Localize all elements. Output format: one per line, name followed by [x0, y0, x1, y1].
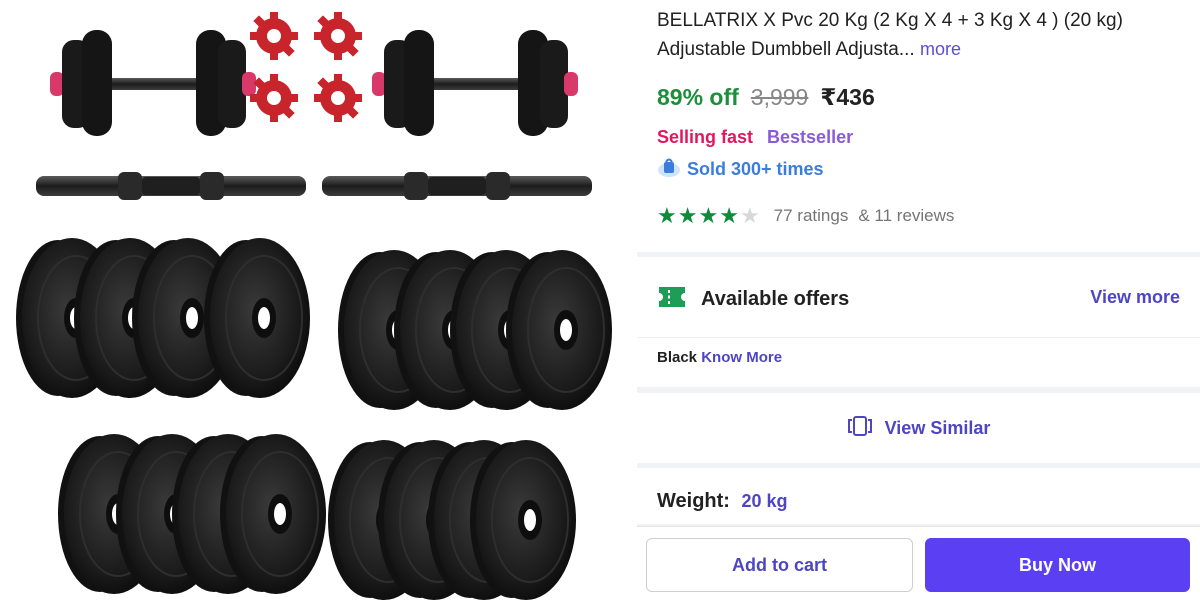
reviews-count: & 11 reviews	[858, 206, 955, 225]
sold-count-row: Sold 300+ times	[657, 156, 1180, 183]
weight-value[interactable]: 20 kg	[742, 491, 788, 511]
similar-cards-icon	[847, 415, 873, 441]
selling-fast-badge: Selling fast	[657, 127, 754, 147]
title-more-link[interactable]: more	[920, 39, 961, 59]
weight-spec-row: Weight: 20 kg	[637, 468, 1200, 524]
cloud-bag-icon	[657, 156, 681, 183]
product-info-card: BELLATRIX X Pvc 20 Kg (2 Kg X 4 + 3 Kg X…	[637, 0, 1200, 252]
offers-divider	[637, 337, 1200, 338]
view-more-offers-link[interactable]: View more	[1090, 287, 1180, 308]
star-icon: ★	[677, 203, 698, 228]
product-image[interactable]	[0, 0, 636, 603]
star-icon: ★	[657, 203, 677, 228]
know-more-link[interactable]: Know More	[701, 349, 782, 366]
weight-label: Weight:	[657, 490, 730, 512]
view-similar-label: View Similar	[884, 417, 991, 438]
product-details-panel: BELLATRIX X Pvc 20 Kg (2 Kg X 4 + 3 Kg X…	[637, 0, 1200, 603]
offer-line: Black Know More	[657, 349, 782, 366]
ticket-icon	[657, 285, 687, 314]
product-title-text: BELLATRIX X Pvc 20 Kg (2 Kg X 4 + 3 Kg X…	[657, 10, 1123, 60]
sold-count-text: Sold 300+ times	[687, 159, 824, 179]
offers-header: Available offers	[657, 285, 849, 314]
view-similar-button[interactable]: View Similar	[637, 393, 1200, 463]
discount-percent: 89% off	[657, 84, 739, 110]
mrp-price: 3,999	[750, 84, 809, 110]
offers-title: Available offers	[701, 288, 850, 310]
price-row: 89% off 3,999 ₹436	[657, 84, 1180, 111]
offer-color-text: Black	[657, 349, 698, 366]
rating-row[interactable]: ★ ★ ★ ★ ★ 77 ratings & 11 reviews	[657, 205, 1180, 227]
star-icon: ★	[719, 203, 739, 228]
purchase-action-bar: Add to cart Buy Now	[637, 526, 1200, 603]
selling-price: ₹436	[820, 84, 875, 110]
star-empty-icon: ★	[739, 203, 760, 228]
star-icon: ★	[698, 203, 719, 228]
product-title[interactable]: BELLATRIX X Pvc 20 Kg (2 Kg X 4 + 3 Kg X…	[657, 6, 1180, 64]
rating-stars: ★ ★ ★ ★ ★	[657, 205, 760, 227]
buy-now-button[interactable]: Buy Now	[925, 538, 1190, 592]
ratings-count: 77 ratings	[773, 206, 849, 225]
bestseller-badge: Bestseller	[767, 127, 854, 147]
available-offers-card: Available offers View more Black Know Mo…	[637, 257, 1200, 387]
product-tags: Selling fast Bestseller	[657, 127, 1180, 148]
add-to-cart-button[interactable]: Add to cart	[646, 538, 913, 592]
dumbbell-set-image	[15, 12, 613, 601]
